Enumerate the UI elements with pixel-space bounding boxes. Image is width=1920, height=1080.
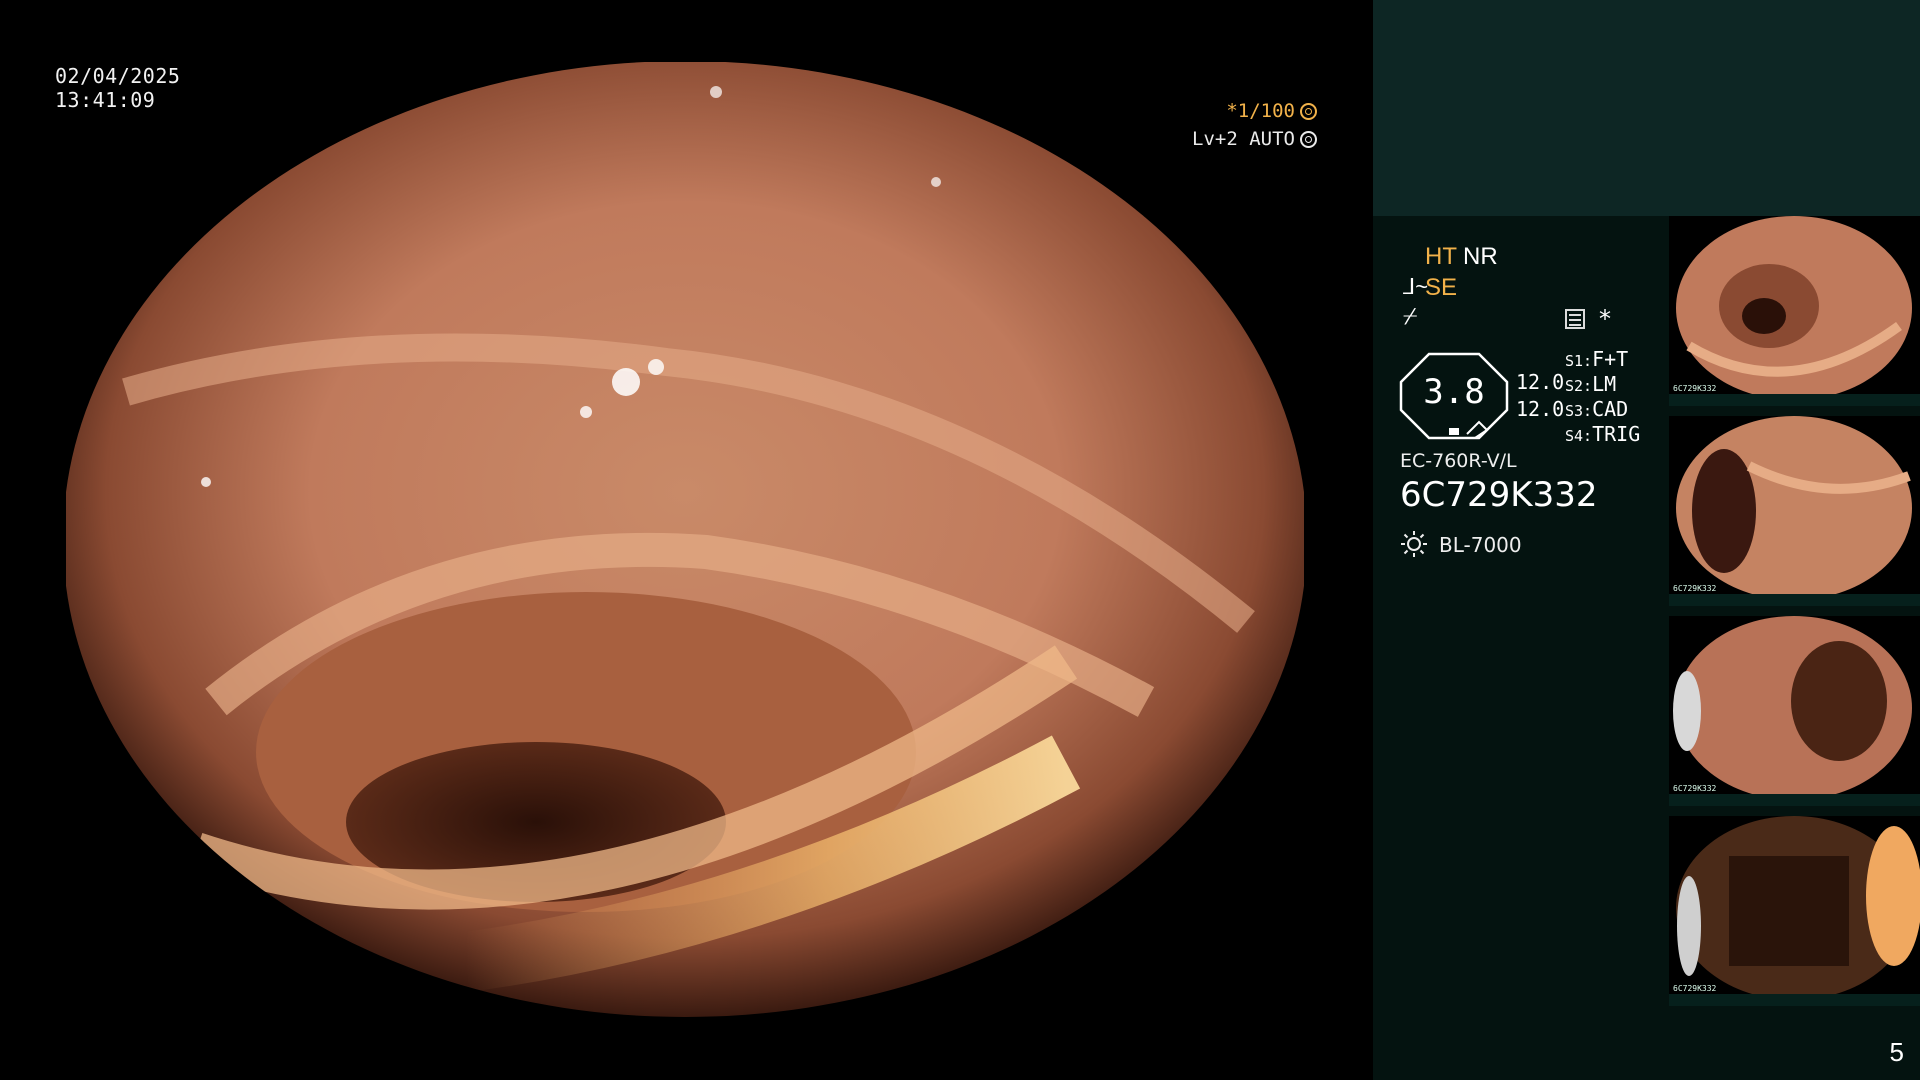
page-number: 5 [1889,1037,1904,1067]
scope-model: EC-760R-V/L [1400,450,1517,472]
switch-key: S1: [1565,352,1593,370]
thumbnail-3[interactable]: 6C729K332 [1669,616,1920,806]
date-readout: 02/04/2025 [55,64,181,88]
switch-key: S2: [1565,377,1593,395]
endoscopy-image [66,62,1304,1017]
light-source: BL-7000 [1439,533,1522,557]
se-indicator: SE [1425,274,1458,301]
noise-icon: ⌿ [1403,303,1418,330]
thumbnail-label: 6C729K332 [1673,584,1717,593]
thumbnail-bar [1669,994,1920,1006]
status-panel: HT NR ⅃~ SE ⌿ * 3.8 12.0 12.0 S1:F+T S2:… [1373,0,1920,1080]
switch-s2: S2:LM [1565,372,1616,396]
switch-s4: S4:TRIG [1565,422,1640,446]
aperture-icon [1300,102,1317,120]
shutter-value: *1/100 [1226,100,1295,122]
thumbnail-image [1676,216,1912,400]
thumbnail-2[interactable]: 6C729K332 [1669,416,1920,606]
iris-readout: Lv+2 AUTO [1192,128,1317,150]
switch-value: F+T [1592,347,1629,371]
level-value-1: 12.0 [1516,370,1565,394]
iris-value: Lv+2 AUTO [1192,128,1295,150]
thumbnail-bar [1669,794,1920,806]
endoscope-view: 02/04/2025 13:41:09 *1/100 Lv+2 AUTO [0,0,1373,1080]
memo-icon [1565,309,1585,329]
iris-icon [1300,130,1317,148]
thumbnail-image [1676,416,1912,600]
scope-serial: 6C729K332 [1400,475,1598,515]
thumbnail-image [1676,816,1920,1000]
switch-value: CAD [1592,397,1629,421]
thumbnail-bar [1669,594,1920,606]
thumbnail-bar [1669,394,1920,406]
star-indicator: * [1599,305,1611,333]
ht-indicator: HT [1425,243,1457,270]
switch-key: S3: [1565,402,1593,420]
nr-indicator: NR [1463,243,1498,270]
panel-header-area [1373,0,1920,216]
thumbnail-label: 6C729K332 [1673,384,1717,393]
switch-value: LM [1592,372,1617,396]
switch-key: S4: [1565,427,1593,445]
zoom-value: 3.8 [1423,372,1485,412]
switch-s1: S1:F+T [1565,347,1628,371]
level-value-2: 12.0 [1516,397,1565,421]
time-readout: 13:41:09 [55,88,156,112]
thumbnail-label: 6C729K332 [1673,784,1717,793]
shutter-readout: *1/100 [1226,100,1317,122]
thumbnail-1[interactable]: 6C729K332 [1669,216,1920,406]
sun-icon [1401,531,1427,557]
switch-s3: S3:CAD [1565,397,1628,421]
switch-value: TRIG [1592,422,1641,446]
thumbnail-label: 6C729K332 [1673,984,1717,993]
thumbnail-4[interactable]: 6C729K332 [1669,816,1920,1006]
thumbnail-image [1673,616,1912,800]
